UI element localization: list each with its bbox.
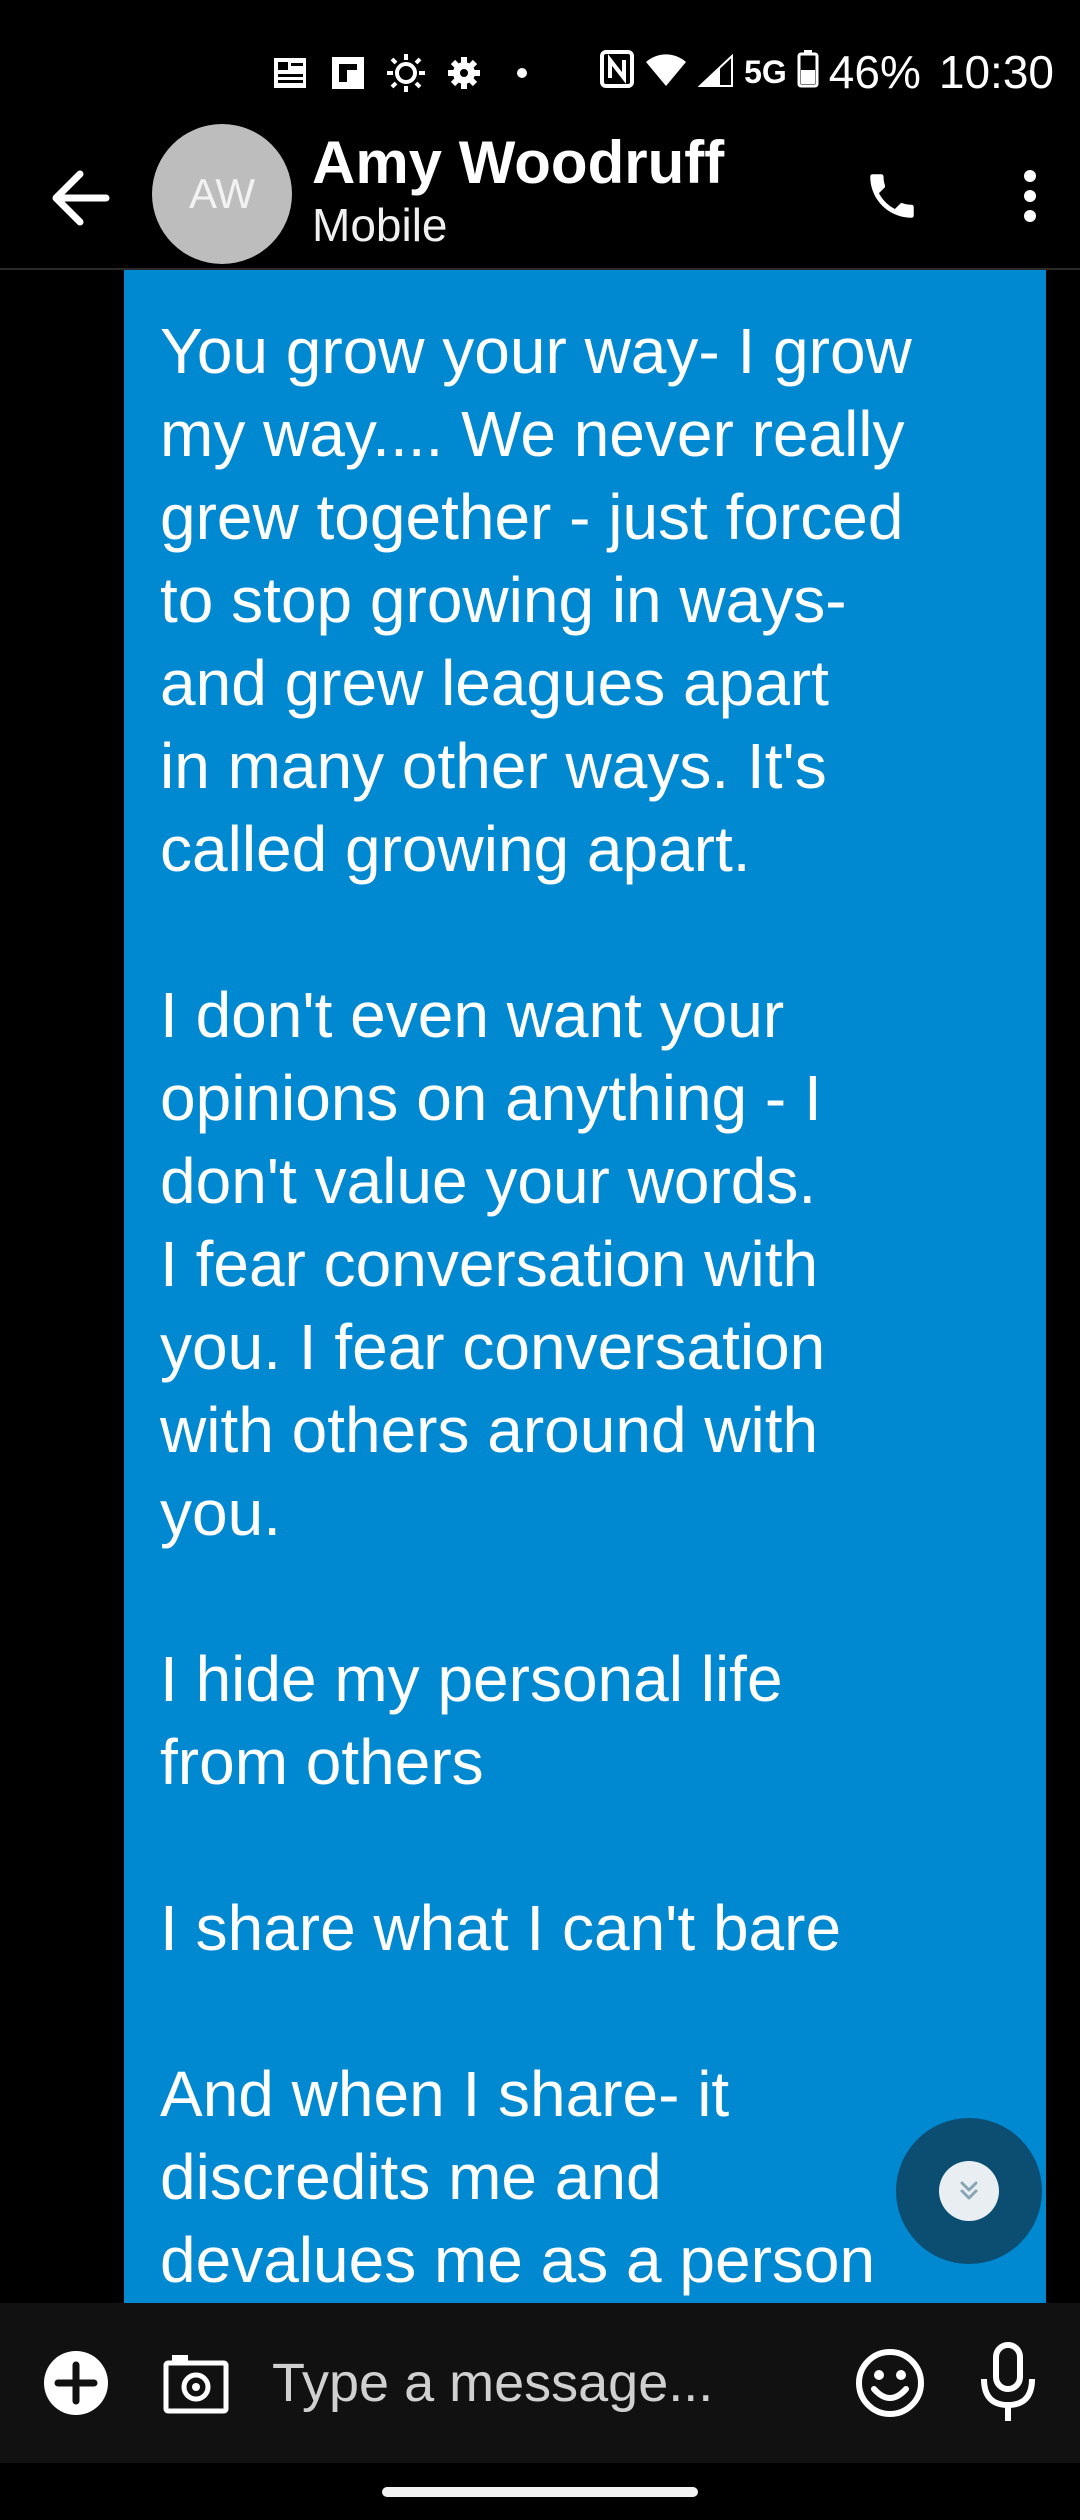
- chevron-double-down-icon: [960, 2181, 978, 2200]
- signal-icon: [697, 45, 734, 99]
- call-button[interactable]: [852, 156, 932, 236]
- flipboard-icon: [328, 53, 368, 93]
- brightness-icon: [386, 53, 426, 93]
- network-type: 5G: [744, 53, 787, 90]
- settings-icon: [444, 53, 484, 93]
- message-list[interactable]: You grow your way- I grow my way.... We …: [0, 270, 1080, 2303]
- clock: 10:30: [938, 46, 1054, 98]
- emoji-button[interactable]: [852, 2345, 928, 2421]
- status-icons: [270, 48, 542, 98]
- phone-icon: [870, 174, 914, 218]
- dot-icon: [502, 53, 542, 93]
- status-right: 5G 46% 10:30: [600, 40, 1054, 104]
- battery-icon: [797, 45, 819, 99]
- add-attachment-button[interactable]: [40, 2347, 112, 2419]
- scroll-to-bottom-button[interactable]: [896, 2118, 1042, 2264]
- home-indicator[interactable]: [382, 2487, 698, 2497]
- back-button[interactable]: [40, 158, 120, 238]
- more-options-button[interactable]: [1000, 156, 1060, 236]
- more-vert-icon: [1024, 170, 1036, 222]
- message-composer: [0, 2303, 1080, 2463]
- message-bubble[interactable]: You grow your way- I grow my way.... We …: [124, 270, 1046, 2303]
- camera-button[interactable]: [160, 2347, 232, 2419]
- camera-icon: [163, 2355, 229, 2414]
- conversation-header: AW Amy Woodruff Mobile: [0, 118, 1080, 270]
- message-text: You grow your way- I grow my way.... We …: [160, 315, 912, 2296]
- voice-input-button[interactable]: [972, 2341, 1044, 2425]
- back-arrow-icon: [52, 170, 110, 226]
- wifi-icon: [644, 45, 688, 99]
- contact-name[interactable]: Amy Woodruff: [312, 128, 724, 197]
- battery-percent: 46%: [828, 46, 921, 98]
- news-icon: [270, 53, 310, 93]
- avatar-initials: AW: [188, 170, 256, 217]
- system-nav-bar: [0, 2463, 1080, 2520]
- avatar[interactable]: AW: [152, 124, 292, 264]
- emoji-icon: [856, 2349, 924, 2417]
- mic-icon: [981, 2342, 1035, 2421]
- status-bar: 5G 46% 10:30: [0, 0, 1080, 130]
- message-input[interactable]: [272, 2343, 812, 2423]
- add-circle-icon: [44, 2351, 108, 2415]
- contact-subtitle: Mobile: [312, 199, 448, 251]
- nfc-icon: [600, 45, 635, 99]
